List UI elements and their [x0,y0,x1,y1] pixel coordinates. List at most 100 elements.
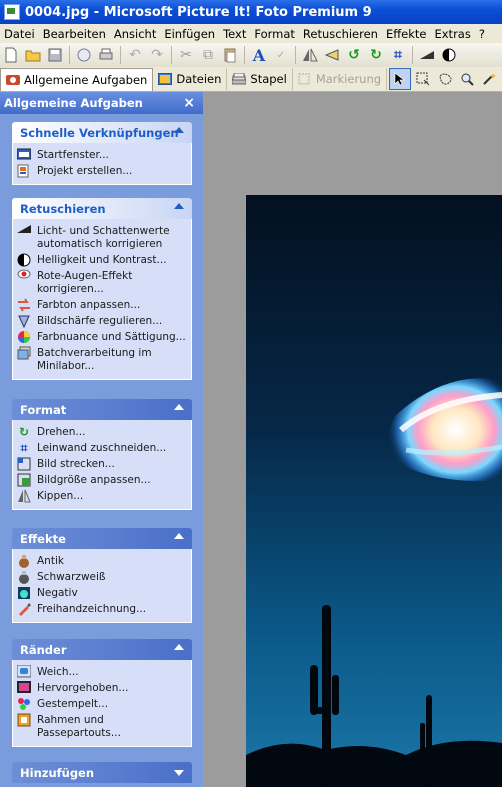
print-icon[interactable] [97,46,115,64]
main-toolbar: ↶ ↷ ✂ ⧉ A ✓ ↺ ↻ ⌗ [0,43,502,68]
section-header[interactable]: Ränder [12,639,192,660]
section-header[interactable]: Hinzufügen [12,762,192,783]
magic-wand-icon[interactable] [479,69,499,89]
menu-bearbeiten[interactable]: Bearbeiten [39,27,110,41]
brush-icon [19,603,31,616]
task-startfenster[interactable]: Startfenster... [13,148,191,164]
zoom-icon[interactable] [457,69,477,89]
photo-image[interactable] [246,195,502,787]
section-retuschieren: Retuschieren Licht- und Schattenwerte au… [12,198,192,380]
color-wheel-icon [18,331,30,343]
new-file-icon[interactable] [2,46,20,64]
app-icon [4,4,20,20]
collapse-icon[interactable] [174,127,184,133]
brightness-icon[interactable] [418,46,436,64]
files-icon [158,73,173,85]
section-body: Antik Schwarzweiß Negativ Freihandzeichn… [12,549,192,623]
task-schwarzweiss[interactable]: Schwarzweiß [13,570,191,586]
red-eye-icon [17,269,31,279]
resize-icon [17,473,31,487]
window-title: 0004.jpg - Microsoft Picture It! Foto Pr… [25,4,372,20]
task-antik[interactable]: Antik [13,554,191,570]
task-bildgroesse[interactable]: Bildgröße anpassen... [13,473,191,489]
task-farbton[interactable]: Farbton anpassen... [13,298,191,314]
redo-icon[interactable]: ↷ [148,46,166,64]
section-header[interactable]: Effekte [12,528,192,549]
tab-stapel[interactable]: Stapel [227,68,293,90]
rotate-left-icon[interactable]: ↺ [345,46,363,64]
task-weich[interactable]: Weich... [13,665,191,681]
task-helligkeit-kontrast[interactable]: Helligkeit und Kontrast... [13,253,191,269]
task-auto-levels[interactable]: Licht- und Schattenwerte automatisch kor… [13,224,191,253]
toolbar-separator [295,46,296,64]
crop-icon: ⌗ [20,440,28,455]
menu-bar: Datei Bearbeiten Ansicht Einfügen Text F… [0,24,502,43]
email-icon[interactable] [75,46,93,64]
cut-icon[interactable]: ✂ [177,46,195,64]
task-rahmen[interactable]: Rahmen und Passepartouts... [13,713,191,742]
menu-datei[interactable]: Datei [0,27,39,41]
task-projekt-erstellen[interactable]: Projekt erstellen... [13,164,191,180]
menu-format[interactable]: Format [250,27,299,41]
antique-icon [19,555,29,568]
collapse-icon[interactable] [174,644,184,650]
task-kippen[interactable]: Kippen... [13,489,191,505]
paste-icon[interactable] [221,46,239,64]
menu-text[interactable]: Text [219,27,250,41]
task-zuschneiden[interactable]: ⌗ Leinwand zuschneiden... [13,441,191,457]
section-header[interactable]: Retuschieren [12,198,192,219]
copy-icon[interactable]: ⧉ [199,46,217,64]
task-strecken[interactable]: Bild strecken... [13,457,191,473]
section-title: Format [20,402,67,417]
task-rote-augen[interactable]: Rote-Augen-Effekt korrigieren... [13,269,191,298]
freeform-select-icon[interactable] [435,69,455,89]
task-farbnuance[interactable]: Farbnuance und Sättigung... [13,330,191,346]
close-icon[interactable]: × [183,95,195,111]
section-header[interactable]: Format [12,399,192,420]
open-folder-icon[interactable] [24,46,42,64]
task-negativ[interactable]: Negativ [13,586,191,602]
menu-einfuegen[interactable]: Einfügen [160,27,219,41]
expand-icon[interactable] [174,770,184,776]
collapse-icon[interactable] [174,533,184,539]
task-gestempelt[interactable]: Gestempelt... [13,697,191,713]
sharpness-icon [18,315,30,328]
menu-help[interactable]: ? [475,27,489,41]
toolbar-separator [412,46,413,64]
text-icon[interactable]: A [250,46,268,65]
section-format: Format ↻ Drehen... ⌗ Leinwand zuschneide… [12,399,192,510]
task-hervorgehoben[interactable]: Hervorgehoben... [13,681,191,697]
collapse-icon[interactable] [174,404,184,410]
menu-ansicht[interactable]: Ansicht [110,27,160,41]
task-tab-bar: Allgemeine Aufgaben Dateien Stapel Marki… [0,67,502,92]
tab-dateien[interactable]: Dateien [153,68,228,90]
start-window-icon [17,148,31,160]
task-drehen[interactable]: ↻ Drehen... [13,425,191,441]
menu-effekte[interactable]: Effekte [382,27,431,41]
select-area-icon[interactable] [413,69,433,89]
black-white-icon [19,571,29,584]
pointer-tool-icon[interactable] [389,68,412,90]
tab-markierung[interactable]: Markierung [293,68,388,90]
save-icon[interactable] [46,46,64,64]
undo-icon[interactable]: ↶ [126,46,144,64]
menu-retuschieren[interactable]: Retuschieren [299,27,382,41]
flip-icon[interactable] [301,46,319,64]
task-batch-minilabor[interactable]: Batchverarbeitung im Minilabor... [13,346,191,375]
tab-allgemeine-aufgaben[interactable]: Allgemeine Aufgaben [0,67,154,91]
rotate-right-icon[interactable]: ↻ [367,46,385,64]
highlight-edge-icon [17,681,31,693]
rotate-icon: ↻ [18,424,30,439]
collapse-icon[interactable] [174,203,184,209]
task-bildschaerfe[interactable]: Bildschärfe regulieren... [13,314,191,330]
toolbar-separator [69,46,70,64]
section-header[interactable]: Schnelle Verknüpfungen [12,122,192,143]
contrast-icon[interactable] [440,46,458,64]
mirror-icon[interactable] [323,46,341,64]
section-body: Weich... Hervorgehoben... Gestempelt... … [12,660,192,747]
menu-extras[interactable]: Extras [430,27,474,41]
section-body: ↻ Drehen... ⌗ Leinwand zuschneiden... Bi… [12,420,192,510]
crop-icon[interactable]: ⌗ [389,46,407,64]
task-freihand[interactable]: Freihandzeichnung... [13,602,191,618]
spellcheck-icon[interactable]: ✓ [272,46,290,64]
